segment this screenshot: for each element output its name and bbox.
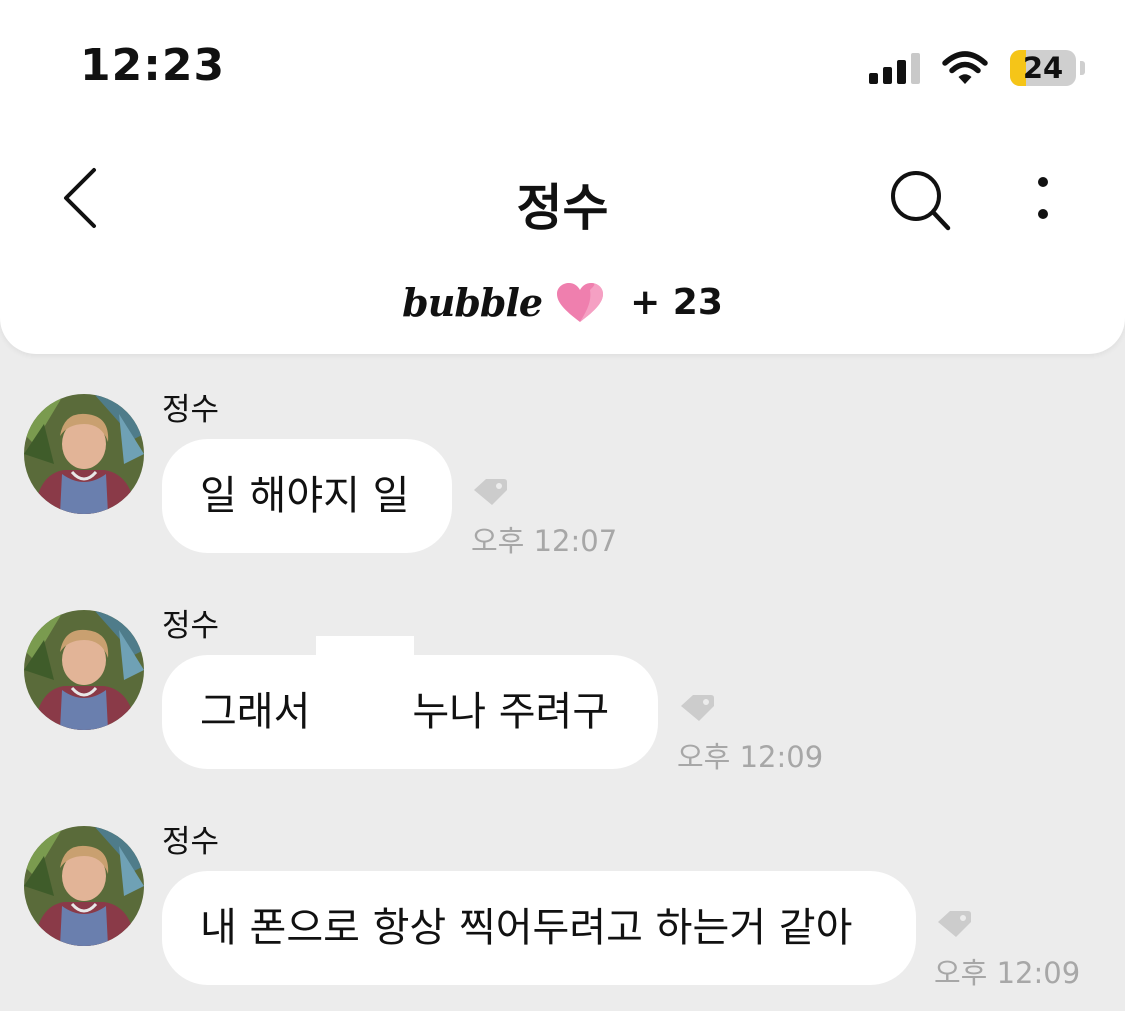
avatar[interactable] bbox=[24, 610, 144, 730]
message-time: 오후 12:09 bbox=[677, 740, 824, 774]
tag-icon[interactable] bbox=[677, 692, 717, 724]
bubble-count-badge: + 23 bbox=[630, 282, 723, 323]
battery-nub bbox=[1080, 61, 1085, 75]
status-time: 12:23 bbox=[80, 40, 226, 91]
message-bubble[interactable]: 내 폰으로 항상 찍어두려고 하는거 같아 bbox=[162, 871, 916, 985]
message-time: 오후 12:09 bbox=[934, 956, 1081, 990]
avatar-image bbox=[24, 610, 144, 730]
cellular-signal-icon bbox=[869, 52, 920, 84]
status-indicators: 24 bbox=[869, 48, 1085, 88]
sender-name: 정수 bbox=[162, 608, 220, 644]
battery-icon: 24 bbox=[1010, 50, 1076, 86]
message-item: 정수 일 해야지 일 오후 12:07 bbox=[0, 380, 1125, 560]
sender-name: 정수 bbox=[162, 392, 220, 428]
tag-icon[interactable] bbox=[934, 908, 974, 940]
message-text-part: 누나 주려구 bbox=[412, 689, 610, 735]
search-button[interactable] bbox=[884, 166, 960, 236]
message-item: 정수 그래서 누나 주려구 오후 12:09 bbox=[0, 596, 1125, 776]
redaction-patch bbox=[316, 636, 414, 658]
wifi-icon bbox=[942, 51, 988, 84]
more-vertical-icon bbox=[1038, 177, 1048, 219]
bubble-logo: bubble bbox=[402, 280, 543, 325]
message-time: 오후 12:07 bbox=[471, 524, 618, 558]
avatar-image bbox=[24, 826, 144, 946]
message-item: 정수 내 폰으로 항상 찍어두려고 하는거 같아 오후 12:09 bbox=[0, 812, 1125, 1002]
more-options-button[interactable] bbox=[1018, 168, 1068, 228]
battery-level: 24 bbox=[1022, 51, 1064, 85]
search-icon bbox=[891, 171, 951, 231]
heart-icon bbox=[557, 282, 604, 322]
message-bubble[interactable]: 일 해야지 일 bbox=[162, 439, 452, 553]
redaction-patch bbox=[316, 658, 350, 760]
avatar[interactable] bbox=[24, 826, 144, 946]
message-text-part: 그래서 bbox=[200, 689, 311, 735]
avatar-image bbox=[24, 394, 144, 514]
sender-name: 정수 bbox=[162, 824, 220, 860]
tag-icon[interactable] bbox=[470, 476, 510, 508]
redaction-patch bbox=[350, 658, 414, 710]
top-bar: 12:23 24 정수 bubble + 23 bbox=[0, 0, 1125, 354]
bubble-subscription-row[interactable]: bubble + 23 bbox=[0, 280, 1125, 325]
avatar[interactable] bbox=[24, 394, 144, 514]
